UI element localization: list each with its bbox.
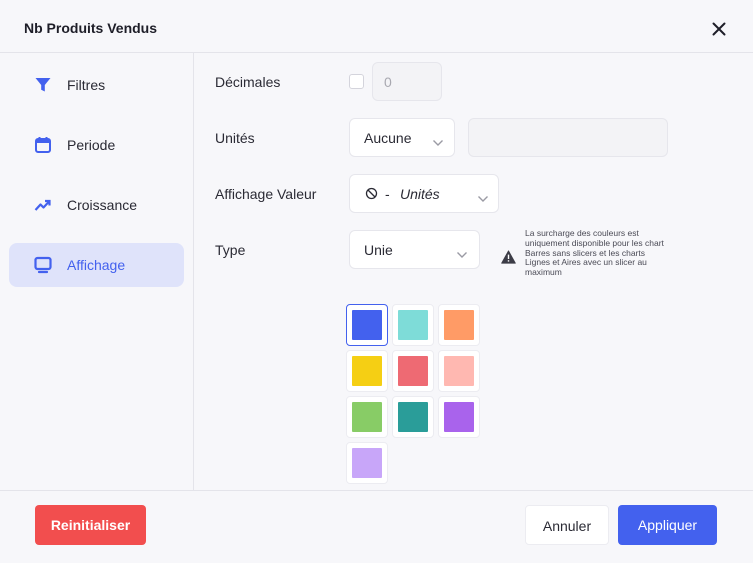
unites-selected-value: Aucune [364,130,412,146]
color-swatch-fill [352,448,382,478]
color-swatch[interactable] [346,442,388,484]
color-swatch[interactable] [438,350,480,392]
chevron-down-icon [477,190,489,202]
sidebar-item-label: Affichage [67,257,126,273]
decimales-input[interactable]: 0 [372,62,442,101]
color-swatch-fill [398,402,428,432]
calendar-icon [34,136,52,154]
color-swatch[interactable] [392,304,434,346]
decimales-value: 0 [384,74,392,90]
trending-up-icon [34,196,52,214]
color-swatch-fill [444,310,474,340]
apply-button[interactable]: Appliquer [618,505,717,545]
color-swatch[interactable] [438,304,480,346]
color-swatch-fill [398,310,428,340]
warning-icon [501,250,516,264]
dialog-header: Nb Produits Vendus [0,0,753,53]
filter-icon [34,76,52,94]
type-select[interactable]: Unie [349,230,480,269]
unites-select[interactable]: Aucune [349,118,455,157]
decimales-label: Décimales [215,74,281,90]
affichage-valeur-label: Affichage Valeur [215,186,317,202]
color-swatch-fill [352,356,382,386]
affichage-valeur-selected-value: Unités [400,186,440,202]
sidebar-item-croissance[interactable]: Croissance [9,183,184,227]
sidebar-item-filtres[interactable]: Filtres [9,63,184,107]
type-selected-value: Unie [364,242,393,258]
monitor-icon [34,256,52,274]
decimales-checkbox[interactable] [349,74,364,89]
color-swatch[interactable] [438,396,480,438]
color-swatch-fill [444,402,474,432]
type-label: Type [215,242,246,258]
sidebar-item-periode[interactable]: Periode [9,123,184,167]
sidebar-item-affichage[interactable]: Affichage [9,243,184,287]
unites-text-input[interactable] [468,118,668,157]
color-swatch[interactable] [346,396,388,438]
dialog-title: Nb Produits Vendus [24,20,158,36]
color-swatch-fill [444,356,474,386]
sidebar-item-label: Periode [67,137,116,153]
color-override-warning: La surcharge des couleurs est uniquement… [525,228,664,278]
affichage-valeur-select[interactable]: - Unités [349,174,499,213]
block-icon [365,187,378,200]
color-swatch-fill [352,310,382,340]
color-swatch[interactable] [346,350,388,392]
cancel-button[interactable]: Annuler [525,505,609,545]
color-swatch[interactable] [392,396,434,438]
dialog-footer: Reinitialiser Annuler Appliquer [0,490,753,563]
color-swatch-fill [352,402,382,432]
reset-button[interactable]: Reinitialiser [35,505,146,545]
sidebar-item-label: Filtres [67,77,106,93]
sidebar-item-label: Croissance [67,197,138,213]
color-swatch[interactable] [392,350,434,392]
close-icon[interactable] [708,18,730,40]
chevron-down-icon [432,134,444,146]
sidebar: Filtres Periode Croissance Affichage [0,53,194,490]
color-swatch[interactable] [346,304,388,346]
affichage-valeur-separator: - [385,186,390,202]
unites-label: Unités [215,130,255,146]
color-swatch-fill [398,356,428,386]
chevron-down-icon [456,246,468,258]
